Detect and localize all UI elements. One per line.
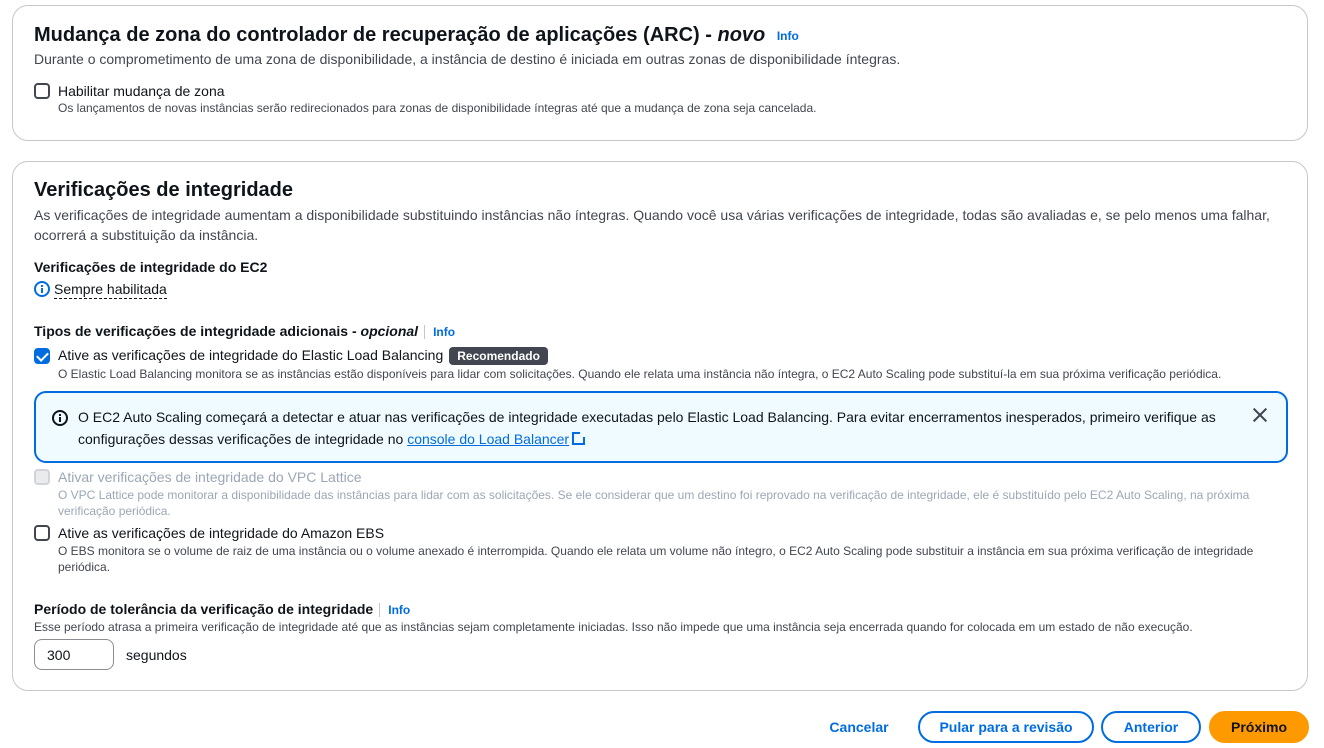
additional-health-label: Tipos de verificações de integridade adi…: [34, 321, 455, 342]
arc-new-tag: novo: [717, 24, 766, 46]
zonal-shift-description: Os lançamentos de novas instâncias serão…: [58, 101, 817, 115]
grace-period-input[interactable]: [34, 639, 114, 670]
ec2-always-enabled-text[interactable]: Sempre habilitada: [54, 281, 167, 299]
info-icon: [52, 410, 68, 426]
alert-message: O EC2 Auto Scaling começará a detectar e…: [78, 409, 1216, 447]
zonal-shift-checkbox[interactable]: [34, 83, 50, 99]
next-button[interactable]: Próximo: [1209, 711, 1309, 743]
load-balancer-console-link[interactable]: console do Load Balancer: [407, 431, 569, 447]
elb-label-row: Ative as verificações de integridade do …: [58, 345, 548, 366]
grace-period-unit: segundos: [126, 647, 187, 663]
grace-period-description: Esse período atrasa a primeira verificaç…: [34, 620, 1193, 634]
ebs-checkbox[interactable]: [34, 525, 50, 541]
grace-period-label-text: Período de tolerância da verificação de …: [34, 601, 374, 617]
health-checks-container: Verificações de integridade As verificaç…: [12, 161, 1308, 691]
external-link-icon: [572, 431, 587, 445]
arc-info-link[interactable]: Info: [777, 29, 799, 43]
alert-text: O EC2 Auto Scaling começará a detectar e…: [78, 406, 1218, 450]
ec2-health-label: Verificações de integridade do EC2: [34, 259, 268, 275]
optional-tag: opcional: [360, 323, 419, 339]
close-icon[interactable]: [1252, 407, 1268, 423]
arc-title: Mudança de zona do controlador de recupe…: [34, 23, 799, 48]
recommended-badge: Recomendado: [449, 347, 548, 366]
additional-health-label-text: Tipos de verificações de integridade adi…: [34, 323, 361, 339]
info-circle-icon: [34, 281, 50, 297]
previous-button[interactable]: Anterior: [1101, 711, 1201, 743]
vpc-lattice-checkbox[interactable]: [34, 469, 50, 485]
divider: [424, 325, 426, 340]
ebs-label: Ative as verificações de integridade do …: [58, 525, 385, 541]
elb-description: O Elastic Load Balancing monitora se as …: [58, 367, 1222, 381]
elb-checkbox[interactable]: [34, 348, 50, 364]
elb-label: Ative as verificações de integridade do …: [58, 347, 444, 363]
zonal-shift-label: Habilitar mudança de zona: [58, 83, 225, 99]
vpc-lattice-label: Ativar verificações de integridade do VP…: [58, 469, 362, 485]
grace-period-label: Período de tolerância da verificação de …: [34, 599, 410, 620]
arc-title-text: Mudança de zona do controlador de recupe…: [34, 24, 718, 46]
arc-description: Durante o comprometimento de uma zona de…: [34, 51, 901, 67]
grace-info-link[interactable]: Info: [388, 603, 410, 617]
health-description: As verificações de integridade aumentam …: [34, 207, 1270, 243]
ebs-description: O EBS monitora se o volume de raiz de um…: [58, 544, 1254, 574]
vpc-lattice-description: O VPC Lattice pode monitorar a disponibi…: [58, 488, 1250, 518]
arc-zonal-shift-container: Mudança de zona do controlador de recupe…: [12, 5, 1308, 141]
health-title: Verificações de integridade: [34, 179, 293, 201]
cancel-button[interactable]: Cancelar: [820, 711, 898, 743]
elb-info-alert: O EC2 Auto Scaling começará a detectar e…: [34, 391, 1288, 463]
ec2-always-enabled[interactable]: Sempre habilitada: [34, 281, 167, 299]
additional-info-link[interactable]: Info: [433, 325, 455, 339]
divider: [379, 603, 381, 618]
skip-to-review-button[interactable]: Pular para a revisão: [918, 711, 1094, 743]
